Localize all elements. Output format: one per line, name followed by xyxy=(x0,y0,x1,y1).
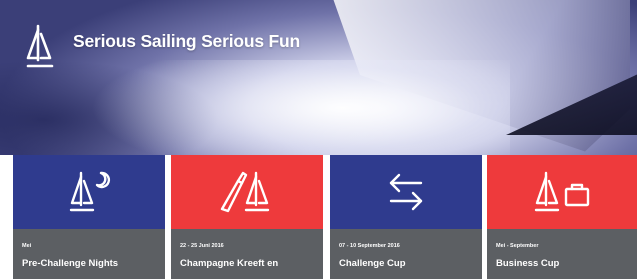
card-info: 07 - 10 September 2016 Challenge Cup xyxy=(330,229,482,279)
card-date: 22 - 25 Juni 2016 xyxy=(180,243,224,249)
sailboat-briefcase-icon xyxy=(534,171,590,212)
card-info: 22 - 25 Juni 2016 Champagne Kreeft en xyxy=(171,229,323,279)
card-icon-area xyxy=(171,155,323,229)
champagne-sailboat-icon xyxy=(220,171,270,213)
card-title[interactable]: Business Cup xyxy=(496,258,559,269)
hero-banner: Serious Sailing Serious Fun xyxy=(0,0,637,155)
event-cards: Mei Pre-Challenge Nights 22 - 25 Juni 20… xyxy=(0,155,637,279)
card-date: 07 - 10 September 2016 xyxy=(339,243,400,249)
sailboat-moon-icon xyxy=(69,171,110,212)
event-card-challenge-cup[interactable]: 07 - 10 September 2016 Challenge Cup xyxy=(330,155,482,279)
card-date: Mei - September xyxy=(496,243,539,249)
hero-spray-image xyxy=(90,60,510,155)
card-info: Mei Pre-Challenge Nights xyxy=(13,229,165,279)
event-card-pre-challenge[interactable]: Mei Pre-Challenge Nights xyxy=(13,155,165,279)
hero-title: Serious Sailing Serious Fun xyxy=(73,31,301,51)
card-title[interactable]: Champagne Kreeft en xyxy=(180,258,278,269)
exchange-arrows-icon xyxy=(389,173,423,211)
card-info: Mei - September Business Cup xyxy=(487,229,637,279)
event-card-champagne[interactable]: 22 - 25 Juni 2016 Champagne Kreeft en xyxy=(171,155,323,279)
card-icon-area xyxy=(487,155,637,229)
card-icon-area xyxy=(13,155,165,229)
card-title[interactable]: Pre-Challenge Nights xyxy=(22,258,118,269)
card-title[interactable]: Challenge Cup xyxy=(339,258,406,269)
sailboat-logo-icon[interactable] xyxy=(22,22,58,77)
event-card-business-cup[interactable]: Mei - September Business Cup xyxy=(487,155,637,279)
card-icon-area xyxy=(330,155,482,229)
card-date: Mei xyxy=(22,243,32,249)
